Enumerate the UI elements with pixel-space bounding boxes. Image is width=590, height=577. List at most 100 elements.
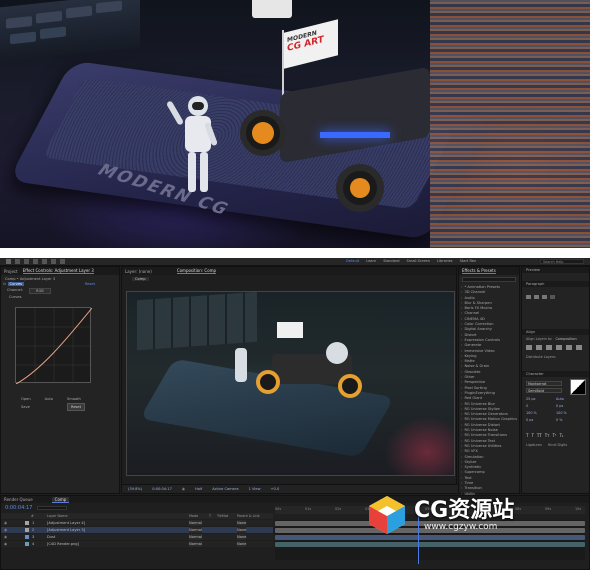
layer-mode-select[interactable]: Normal [189, 520, 203, 526]
visibility-eye-icon[interactable]: ◉ [4, 520, 7, 526]
layer-parent-select[interactable]: None [237, 527, 247, 533]
paragraph-header[interactable]: Paragraph [522, 281, 589, 287]
tab-effect-controls[interactable]: Effect Controls: Adjustment Layer 3 [22, 268, 94, 274]
workspace-libraries[interactable]: Libraries [437, 259, 453, 263]
layer-parent-select[interactable]: None [237, 534, 247, 540]
workspace-start-rev[interactable]: Start Rev [460, 259, 477, 263]
layer-mode-select[interactable]: Normal [189, 534, 203, 540]
layer-color-label[interactable] [25, 542, 29, 546]
viewer-timecode[interactable]: 0:00:04:17 [152, 487, 172, 491]
col-layer-name: Layer Name [47, 514, 68, 518]
character-header[interactable]: Character [522, 371, 589, 377]
effect-name[interactable]: Curves [7, 282, 25, 286]
stroke-value[interactable]: 0 px [556, 404, 586, 408]
timeline-search-input[interactable] [37, 506, 67, 510]
layer-name[interactable]: [Adjustment Layer 4] [47, 520, 85, 526]
tab-composition[interactable]: Composition: Comp [176, 268, 217, 274]
hindi-digits-checkbox[interactable]: Hindi Digits [548, 443, 568, 447]
tab-comp-timeline[interactable]: Comp [51, 496, 70, 503]
color-swatch[interactable] [570, 379, 586, 395]
zoom-tool-icon[interactable] [24, 259, 29, 264]
font-select[interactable]: Montserrat [526, 381, 562, 386]
layer-mode-select[interactable]: Normal [189, 541, 203, 547]
layer-name[interactable]: Dust [47, 534, 55, 540]
camera-select[interactable]: Active Camera [212, 487, 238, 491]
curve-reset-button[interactable]: Reset [67, 403, 86, 411]
horizontal-scale[interactable]: 100 % [556, 411, 586, 415]
curve-open-button[interactable]: Open [21, 397, 31, 401]
resolution-select[interactable]: Half [195, 487, 202, 491]
watermark: CG资源站 www.cgzyw.com [366, 490, 534, 546]
workspace-standard[interactable]: Standard [383, 259, 399, 263]
layer-color-label[interactable] [25, 535, 29, 539]
font-size-value[interactable]: 25 px [526, 397, 556, 401]
layer-name[interactable]: [Adjustment Layer 3] [47, 527, 85, 533]
layer-parent-select[interactable]: None [237, 541, 247, 547]
viewer-keyboard [137, 292, 257, 351]
tsume-value[interactable]: 0 % [556, 418, 586, 422]
curve-smooth-button[interactable]: Smooth [67, 397, 81, 401]
zoom-select[interactable]: (39.8%) [128, 487, 142, 491]
preview-header[interactable]: Preview [522, 267, 589, 273]
rotate-tool-icon[interactable] [33, 259, 38, 264]
separator-top [0, 248, 590, 258]
font-style-select[interactable]: SemiBold [526, 388, 562, 393]
ligatures-checkbox[interactable]: Ligatures [526, 443, 542, 447]
workspace-default[interactable]: Default [346, 259, 359, 263]
layer-row[interactable]: ◉ 2 [Adjustment Layer 3] Normal None [1, 527, 273, 533]
glitch-smear [430, 0, 590, 248]
timeline-timecode[interactable]: 0:00:04:17 [5, 505, 32, 511]
layer-color-label[interactable] [25, 528, 29, 532]
workspace-learn[interactable]: Learn [366, 259, 376, 263]
tab-layer[interactable]: Layer: (none) [125, 269, 152, 274]
curve-auto-button[interactable]: Auto [45, 397, 53, 401]
ruler-tick-label: 01s [305, 507, 312, 511]
channel-select[interactable]: RGB [28, 288, 51, 294]
tracking-value[interactable]: 0 [526, 404, 556, 408]
tab-render-queue[interactable]: Render Queue [4, 497, 33, 502]
visibility-eye-icon[interactable]: ◉ [4, 541, 7, 547]
camera-snapshot-icon[interactable]: ◉ [182, 487, 185, 491]
pen-tool-icon[interactable] [51, 259, 56, 264]
visibility-eye-icon[interactable]: ◉ [4, 534, 7, 540]
hand-tool-icon[interactable] [15, 259, 20, 264]
after-effects-window: Default Learn Standard Small Screen Libr… [0, 258, 590, 570]
layer-parent-select[interactable]: None [237, 520, 247, 526]
comp-name-tab[interactable]: Comp [132, 277, 149, 281]
layer-color-label[interactable] [25, 521, 29, 525]
effects-search-input[interactable] [462, 277, 516, 282]
layer-name[interactable]: [C4D Render.png] [47, 541, 79, 547]
curve-save-button[interactable]: Save [21, 405, 30, 409]
visibility-eye-icon[interactable]: ◉ [4, 527, 7, 533]
vertical-scale[interactable]: 100 % [526, 411, 556, 415]
effects-list: * Animation Presets3D ChannelAudioBlur &… [459, 285, 521, 497]
type-tool-icon[interactable] [60, 259, 65, 264]
ruler-tick-label: 09s [545, 507, 552, 511]
curves-graph[interactable] [15, 307, 92, 384]
layer-mode-select[interactable]: Normal [189, 527, 203, 533]
search-help[interactable]: Search Help [540, 259, 584, 264]
paragraph-align-buttons[interactable] [526, 295, 555, 299]
watermark-logo-icon [366, 494, 408, 536]
layer-row[interactable]: ◉ 3 Dust Normal None [1, 534, 273, 540]
workspace-small-screen[interactable]: Small Screen [407, 259, 430, 263]
text-style-buttons[interactable]: T T TT Tт T¹ T₁ [526, 433, 564, 438]
align-to-select[interactable]: Composition [555, 337, 576, 341]
viewer-buggy [252, 342, 372, 404]
views-select[interactable]: 1 View [249, 487, 261, 491]
fx-toggle-icon[interactable]: fx [3, 282, 8, 286]
effects-presets-panel: Effects & Presets * Animation Presets3D … [458, 266, 521, 497]
camera-tool-icon[interactable] [42, 259, 47, 264]
align-header[interactable]: Align [522, 329, 589, 335]
layer-row[interactable]: ◉ 4 [C4D Render.png] Normal None [1, 541, 273, 547]
baseline-shift[interactable]: 0 px [526, 418, 556, 422]
comp-viewer[interactable] [126, 291, 455, 476]
exposure-value[interactable]: +0.0 [271, 487, 280, 491]
selection-tool-icon[interactable] [6, 259, 11, 264]
layer-row[interactable]: ◉ 1 [Adjustment Layer 4] Normal None [1, 520, 273, 526]
tab-project[interactable]: Project [4, 269, 18, 274]
align-buttons[interactable] [526, 345, 582, 350]
leading-value[interactable]: Auto [556, 397, 586, 401]
reset-link[interactable]: Reset [85, 282, 95, 288]
effect-category-item[interactable]: RG Universe Motion Graphics [459, 417, 521, 422]
